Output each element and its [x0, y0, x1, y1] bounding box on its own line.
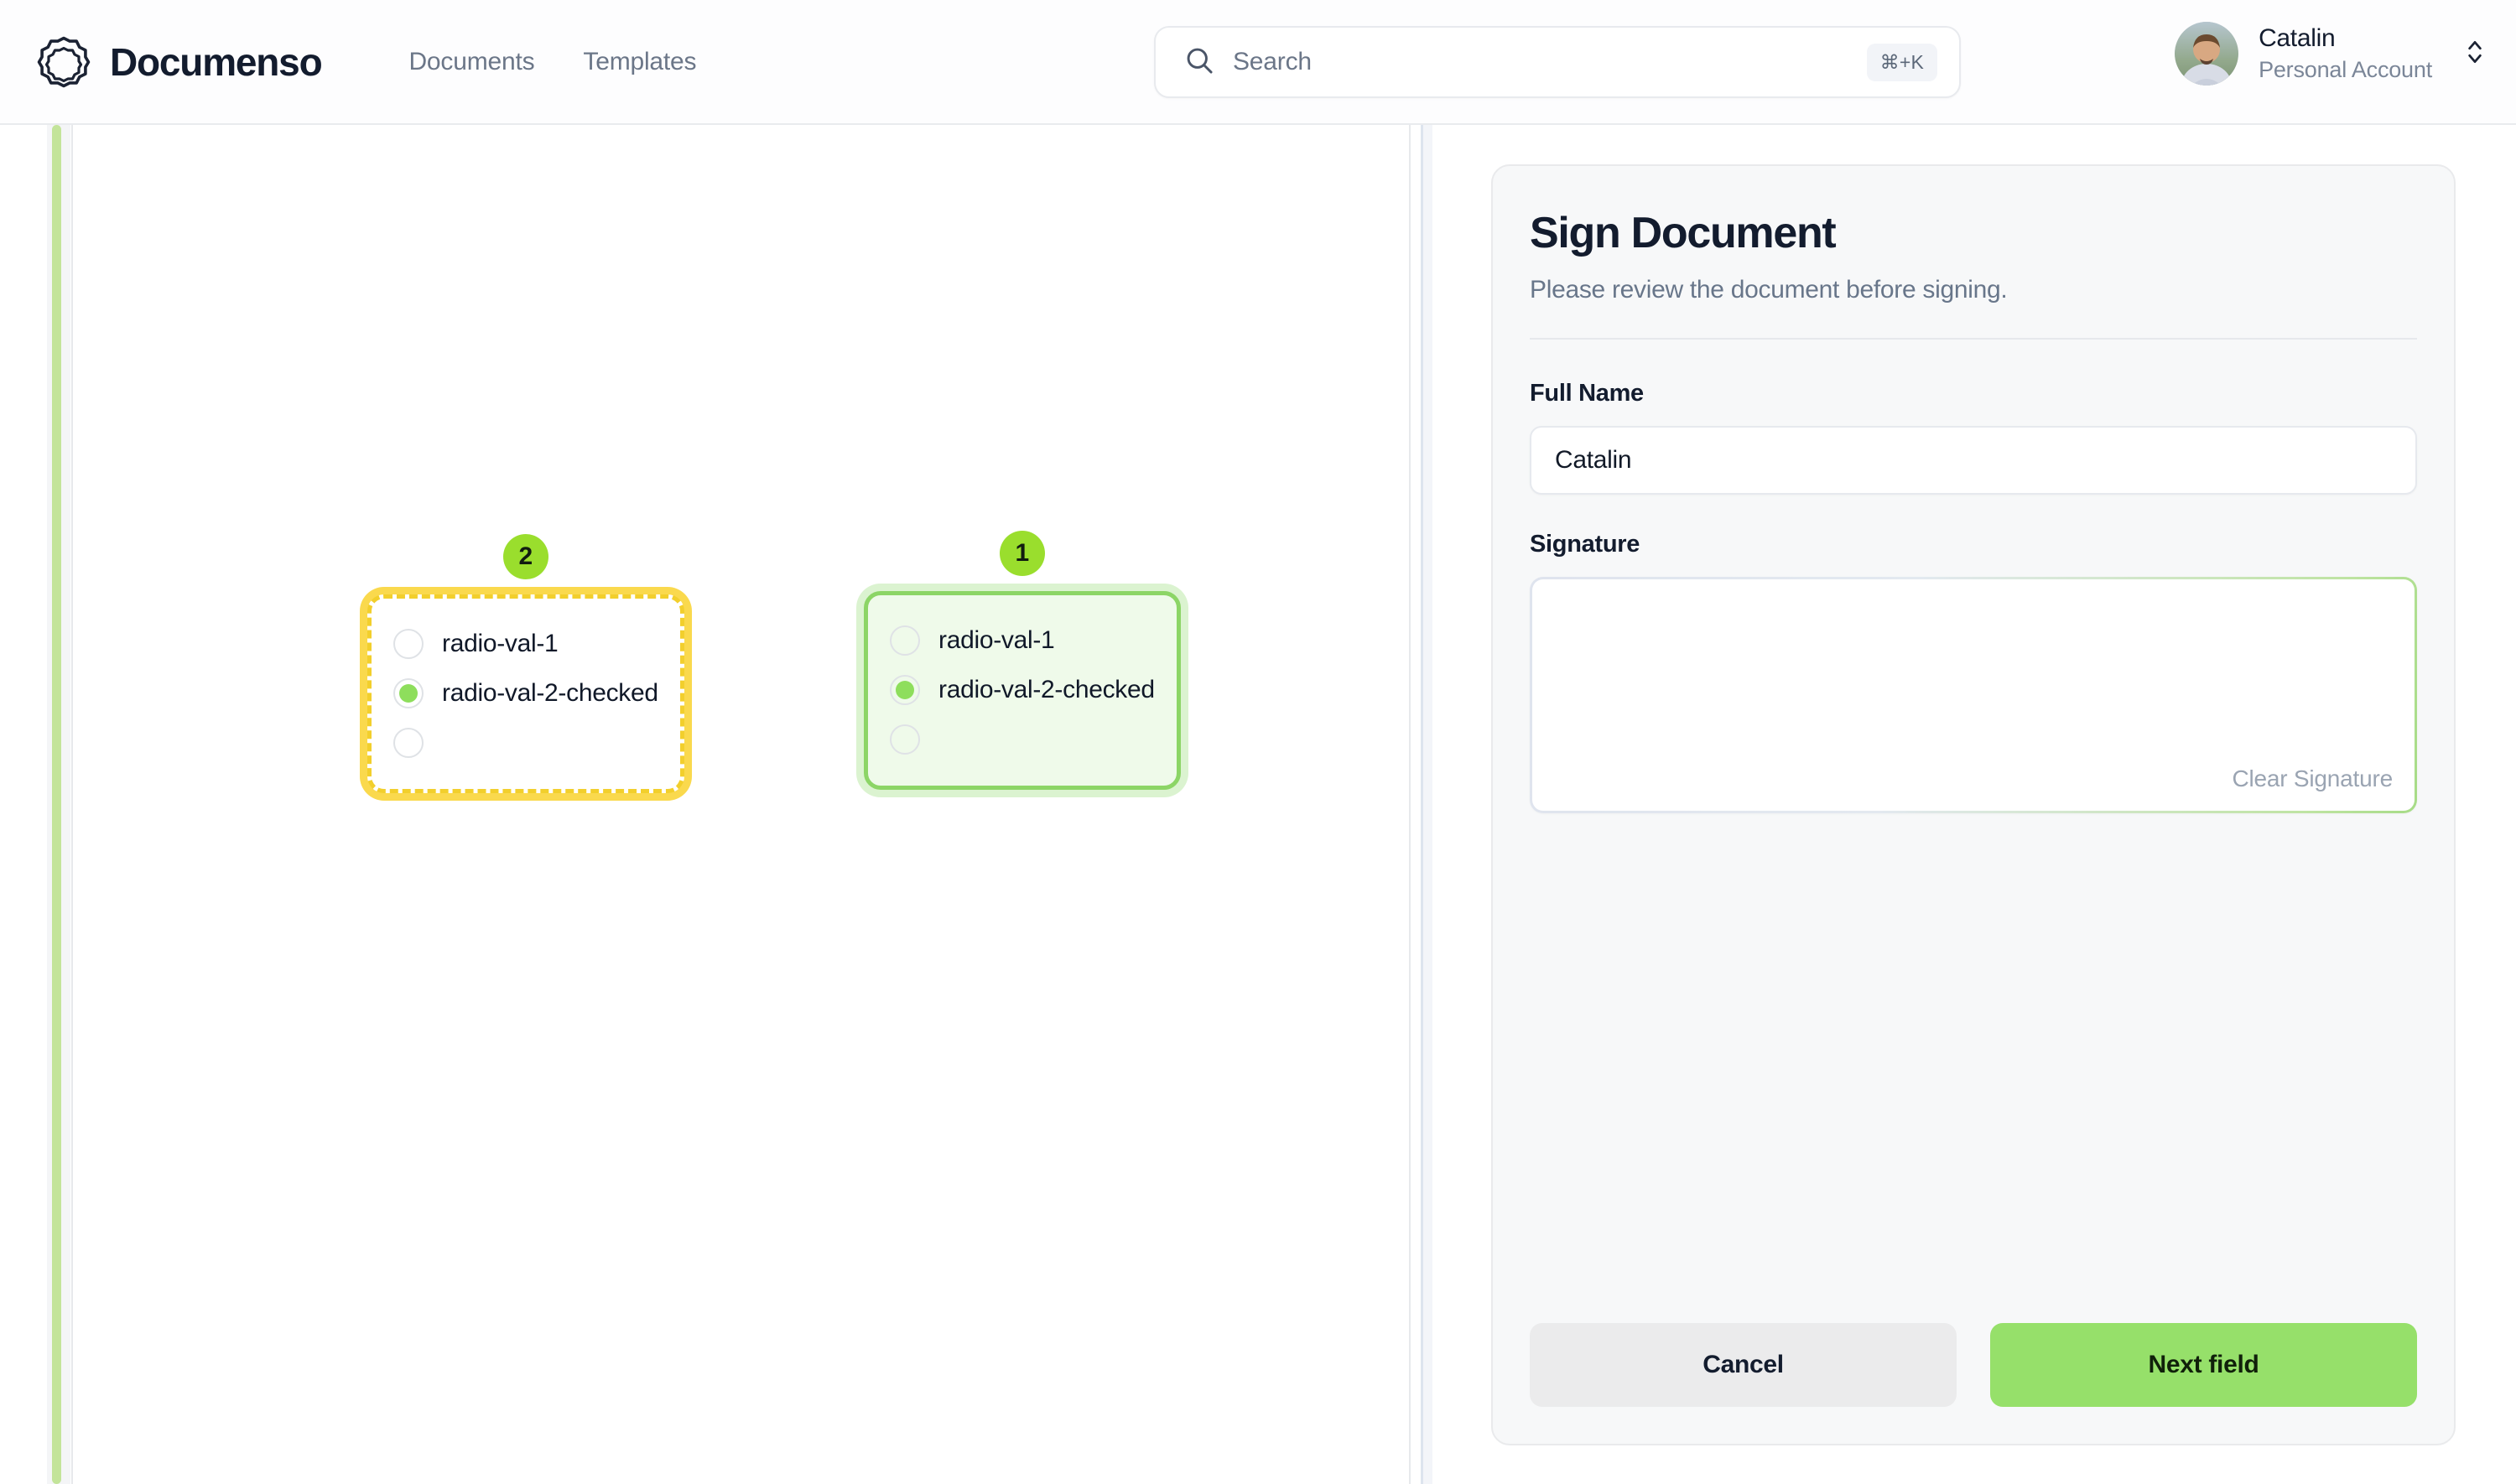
signature-label: Signature	[1530, 531, 1640, 558]
radio-option[interactable]: radio-val-2-checked	[890, 665, 1155, 714]
search-input[interactable]: Search ⌘+K	[1154, 26, 1961, 98]
full-name-label: Full Name	[1530, 380, 1644, 407]
search-shortcut-badge: ⌘+K	[1866, 43, 1937, 81]
radio-button-unchecked-icon[interactable]	[393, 628, 424, 659]
clear-signature-button[interactable]: Clear Signature	[2232, 765, 2393, 792]
panel-divider	[1421, 125, 1432, 1484]
user-account-menu[interactable]: Catalin Personal Account	[2175, 22, 2486, 86]
brand-name: Documenso	[110, 39, 323, 84]
radio-option-label: radio-val-2-checked	[938, 675, 1155, 703]
sign-document-card: Sign Document Please review the document…	[1491, 164, 2456, 1445]
search-placeholder: Search	[1233, 48, 1312, 75]
panel-subtitle: Please review the document before signin…	[1530, 276, 2008, 304]
search-icon	[1184, 45, 1214, 80]
radio-button-unchecked-icon[interactable]	[393, 727, 424, 758]
document-page: 2 radio-val-1 radio-val-2-checked 1 radi…	[73, 125, 1409, 1484]
radio-field-group-2[interactable]: 2 radio-val-1 radio-val-2-checked	[367, 534, 684, 793]
radio-option[interactable]	[393, 718, 658, 767]
field-number-badge: 2	[502, 534, 548, 579]
radio-option-label: radio-val-1	[938, 625, 1055, 654]
page-title: Sign Document	[1530, 209, 1837, 257]
radio-field-group-1[interactable]: 1 radio-val-1 radio-val-2-checked	[864, 531, 1181, 790]
divider	[1530, 338, 2417, 340]
app-header: Documenso Documents Templates Search ⌘+K	[0, 0, 2516, 125]
field-number-badge: 1	[999, 531, 1045, 576]
radio-field-box[interactable]: radio-val-1 radio-val-2-checked	[367, 594, 684, 793]
chevron-up-down-icon	[2464, 37, 2486, 71]
user-account-type: Personal Account	[2259, 56, 2432, 82]
radio-option-label: radio-val-1	[442, 629, 559, 657]
radio-option[interactable]: radio-val-1	[393, 619, 658, 668]
documenso-scalloped-logo-icon	[36, 34, 91, 90]
signature-pad-border: Clear Signature	[1530, 577, 2417, 814]
radio-button-unchecked-icon[interactable]	[890, 625, 920, 656]
radio-option[interactable]	[890, 714, 1155, 764]
radio-option[interactable]: radio-val-2-checked	[393, 668, 658, 718]
radio-option[interactable]: radio-val-1	[890, 615, 1155, 665]
radio-button-checked-icon[interactable]	[393, 677, 424, 708]
user-text-block: Catalin Personal Account	[2259, 24, 2432, 83]
radio-button-unchecked-icon[interactable]	[890, 724, 920, 755]
page-right-edge	[1409, 125, 1411, 1484]
panel-actions: Cancel Next field	[1530, 1323, 2417, 1407]
cancel-button[interactable]: Cancel	[1530, 1323, 1957, 1407]
nav-link-documents[interactable]: Documents	[408, 48, 534, 76]
nav-link-templates[interactable]: Templates	[583, 48, 696, 76]
document-viewer: 2 radio-val-1 radio-val-2-checked 1 radi…	[0, 125, 1423, 1484]
document-scrollbar-thumb[interactable]	[52, 125, 61, 1484]
signature-pad[interactable]: Clear Signature	[1532, 579, 2415, 812]
full-name-input[interactable]: Catalin	[1530, 426, 2417, 496]
radio-button-checked-icon[interactable]	[890, 674, 920, 705]
brand-logo[interactable]: Documenso	[36, 34, 323, 90]
next-field-button[interactable]: Next field	[1990, 1323, 2417, 1407]
user-avatar-photo	[2175, 22, 2239, 86]
radio-option-label: radio-val-2-checked	[442, 678, 658, 707]
radio-field-box[interactable]: radio-val-1 radio-val-2-checked	[864, 591, 1181, 790]
sign-document-panel: Sign Document Please review the document…	[1432, 125, 2516, 1484]
main-nav: Documents Templates	[408, 48, 696, 76]
user-name: Catalin	[2259, 24, 2336, 53]
